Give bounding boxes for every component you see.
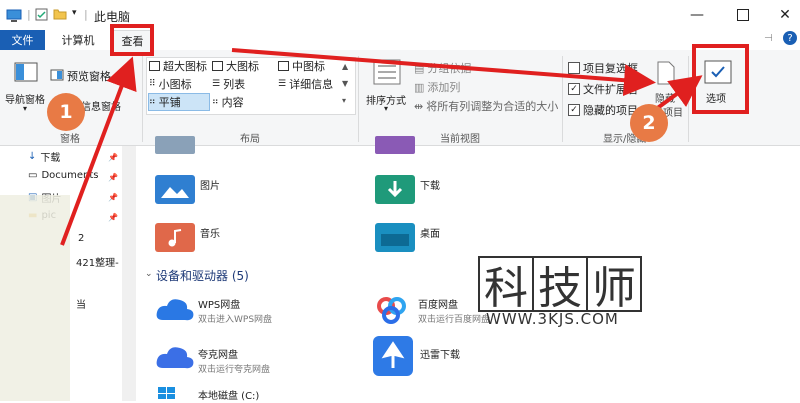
arrow-to-view-tab [60, 56, 137, 246]
step-1-badge: 1 [47, 93, 85, 131]
step-2-badge: 2 [630, 104, 668, 142]
annotation-arrows [60, 48, 703, 246]
arrow-to-options [231, 48, 656, 97]
